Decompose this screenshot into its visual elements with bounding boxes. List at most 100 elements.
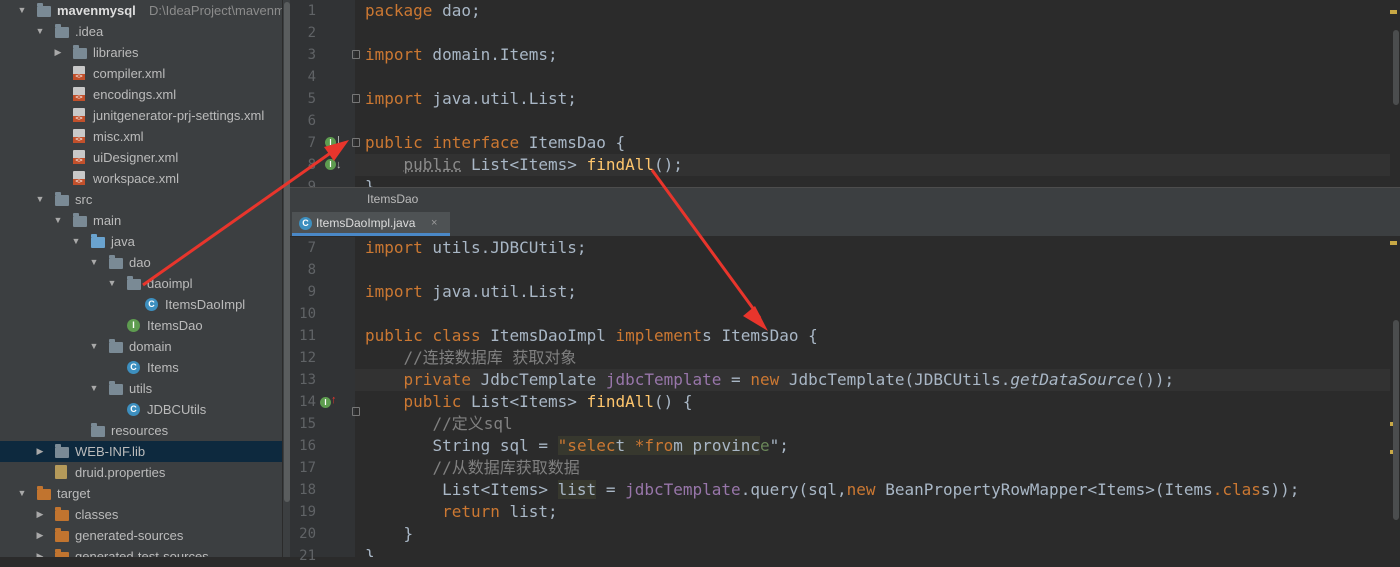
fold-marker-icon[interactable] bbox=[352, 50, 360, 59]
tree-item-label: daoimpl bbox=[147, 276, 193, 291]
implemented-interface-gutter-icon[interactable]: I bbox=[325, 137, 336, 148]
expand-arrow-icon[interactable]: ▼ bbox=[34, 189, 46, 210]
tree-item[interactable]: I ItemsDao bbox=[0, 315, 282, 336]
class-file-icon: C bbox=[299, 217, 312, 230]
tree-item-label: dao bbox=[129, 255, 151, 270]
implemented-method-gutter-icon[interactable]: I bbox=[325, 159, 336, 170]
code-line[interactable]: import java.util.List; bbox=[365, 281, 577, 303]
code-line[interactable]: List<Items> list = jdbcTemplate.query(sq… bbox=[365, 479, 1299, 501]
expand-arrow-icon[interactable]: ▼ bbox=[88, 378, 100, 399]
close-tab-icon[interactable]: × bbox=[431, 212, 437, 234]
collapse-arrow-icon[interactable]: ▶ bbox=[34, 441, 46, 462]
bottom-editor-scrollbar-thumb[interactable] bbox=[1393, 320, 1399, 520]
fold-marker-icon[interactable] bbox=[352, 94, 360, 103]
code-line[interactable]: //从数据库获取数据 bbox=[365, 457, 579, 479]
tree-item[interactable]: C ItemsDaoImpl bbox=[0, 294, 282, 315]
tree-item[interactable]: ▼ main bbox=[0, 210, 282, 231]
code-line[interactable]: //定义sql bbox=[365, 413, 512, 435]
tree-item[interactable]: junitgenerator-prj-settings.xml bbox=[0, 105, 282, 126]
top-line-number: 2 bbox=[307, 25, 316, 41]
tree-item[interactable]: encodings.xml bbox=[0, 84, 282, 105]
xml-file-icon bbox=[73, 108, 85, 122]
tree-item[interactable]: ▼ target bbox=[0, 483, 282, 504]
code-line[interactable]: public List<Items> findAll() { bbox=[365, 391, 693, 413]
code-line[interactable]: //连接数据库 获取对象 bbox=[365, 347, 577, 369]
breadcrumb-item-itemsdao[interactable]: ItemsDao bbox=[367, 188, 418, 210]
tree-item-label: misc.xml bbox=[93, 129, 144, 144]
excluded-folder-icon bbox=[37, 486, 51, 500]
code-line[interactable]: import java.util.List; bbox=[365, 88, 577, 110]
warning-stripe-mark[interactable] bbox=[1390, 10, 1397, 14]
warning-stripe-mark[interactable] bbox=[1390, 241, 1397, 245]
tree-item-label: encodings.xml bbox=[93, 87, 177, 102]
tree-item[interactable]: ▼ .idea bbox=[0, 21, 282, 42]
tree-item[interactable]: resources bbox=[0, 420, 282, 441]
collapse-arrow-icon[interactable]: ▶ bbox=[34, 546, 46, 557]
code-line[interactable]: import domain.Items; bbox=[365, 44, 558, 66]
class-icon: C bbox=[127, 403, 140, 416]
tree-item[interactable]: ▼ java bbox=[0, 231, 282, 252]
bottom-line-number: 10 bbox=[299, 306, 316, 322]
expand-arrow-icon[interactable]: ▼ bbox=[16, 0, 28, 21]
expand-arrow-icon[interactable]: ▼ bbox=[70, 231, 82, 252]
editor-tab-bar: C ItemsDaoImpl.java × bbox=[290, 209, 1400, 237]
expand-arrow-icon[interactable]: ▼ bbox=[88, 336, 100, 357]
fold-marker-icon[interactable] bbox=[352, 138, 360, 147]
code-line[interactable]: private JdbcTemplate jdbcTemplate = new … bbox=[365, 369, 1175, 391]
collapse-arrow-icon[interactable]: ▶ bbox=[34, 525, 46, 546]
code-line[interactable]: } bbox=[365, 545, 375, 557]
bottom-line-number: 17 bbox=[299, 460, 316, 476]
collapse-arrow-icon[interactable]: ▶ bbox=[52, 42, 64, 63]
tree-item-label: target bbox=[57, 486, 91, 501]
tree-item[interactable]: druid.properties bbox=[0, 462, 282, 483]
tree-item[interactable]: ▶ generated-test-sources bbox=[0, 546, 282, 557]
tree-item[interactable]: ▼ utils bbox=[0, 378, 282, 399]
code-line[interactable]: public class ItemsDaoImpl implements Ite… bbox=[365, 325, 818, 347]
code-line[interactable]: import utils.JDBCUtils; bbox=[365, 237, 587, 259]
tree-item[interactable]: misc.xml bbox=[0, 126, 282, 147]
tree-item[interactable]: C JDBCUtils bbox=[0, 399, 282, 420]
tree-item[interactable]: uiDesigner.xml bbox=[0, 147, 282, 168]
tree-item[interactable]: ▶ WEB-INF.lib bbox=[0, 441, 282, 462]
xml-file-icon bbox=[73, 66, 85, 80]
bottom-line-number: 19 bbox=[299, 504, 316, 520]
tree-item-label: main bbox=[93, 213, 122, 228]
top-editor-scrollbar-thumb[interactable] bbox=[1393, 30, 1399, 105]
code-line[interactable]: public List<Items> findAll(); bbox=[365, 154, 683, 176]
tree-item[interactable]: ▼ src bbox=[0, 189, 282, 210]
folder-icon bbox=[73, 213, 87, 227]
code-line[interactable]: String sql = "select *from province"; bbox=[365, 435, 789, 457]
fold-marker-icon[interactable] bbox=[352, 407, 360, 416]
breadcrumb[interactable]: ItemsDao bbox=[290, 187, 1400, 210]
bottom-line-number: 14 bbox=[299, 394, 316, 410]
tree-item[interactable]: C Items bbox=[0, 357, 282, 378]
tree-item[interactable]: ▶ classes bbox=[0, 504, 282, 525]
tree-item-label: ItemsDaoImpl bbox=[165, 297, 246, 312]
expand-arrow-icon[interactable]: ▼ bbox=[52, 210, 64, 231]
overridden-method-gutter-icon[interactable]: I bbox=[320, 397, 331, 408]
tree-item[interactable]: ▼ mavenmysql D:\IdeaProject\mavenmysql bbox=[0, 0, 282, 21]
tree-item[interactable]: ▼ domain bbox=[0, 336, 282, 357]
code-line[interactable]: } bbox=[365, 176, 375, 187]
tree-item-label: classes bbox=[75, 507, 119, 522]
package-icon bbox=[109, 339, 123, 353]
code-line[interactable]: } bbox=[365, 523, 414, 545]
tab-itemsdaoimpl-java[interactable]: C ItemsDaoImpl.java × bbox=[292, 212, 450, 236]
code-line[interactable]: return list; bbox=[365, 501, 558, 523]
expand-arrow-icon[interactable]: ▼ bbox=[16, 483, 28, 504]
expand-arrow-icon[interactable]: ▼ bbox=[88, 252, 100, 273]
collapse-arrow-icon[interactable]: ▶ bbox=[34, 504, 46, 525]
tree-item-label: mavenmysql bbox=[57, 3, 136, 18]
excluded-folder-icon bbox=[55, 549, 69, 557]
expand-arrow-icon[interactable]: ▼ bbox=[34, 21, 46, 42]
top-line-number: 4 bbox=[307, 69, 316, 85]
tree-item[interactable]: compiler.xml bbox=[0, 63, 282, 84]
expand-arrow-icon[interactable]: ▼ bbox=[106, 273, 118, 294]
tree-item[interactable]: ▼ daoimpl bbox=[0, 273, 282, 294]
tree-item[interactable]: ▶ generated-sources bbox=[0, 525, 282, 546]
code-line[interactable]: public interface ItemsDao { bbox=[365, 132, 625, 154]
tree-item[interactable]: ▼ dao bbox=[0, 252, 282, 273]
tree-item[interactable]: workspace.xml bbox=[0, 168, 282, 189]
code-line[interactable]: package dao; bbox=[365, 0, 481, 22]
tree-item[interactable]: ▶ libraries bbox=[0, 42, 282, 63]
